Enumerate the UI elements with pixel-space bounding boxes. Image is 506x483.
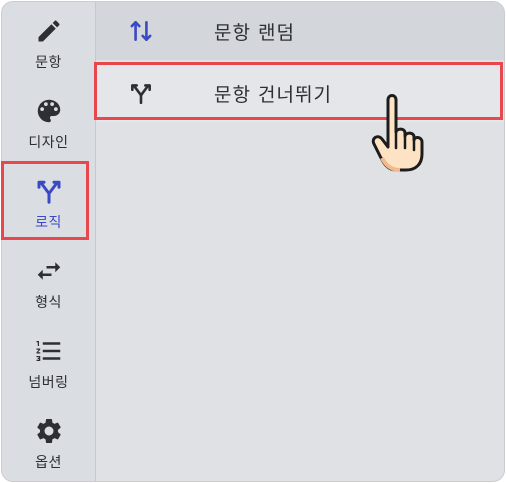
numbered-list-icon (32, 334, 66, 368)
menu-item-question-random[interactable]: 문항 랜덤 (96, 2, 504, 60)
sidebar-item-label: 문항 (35, 55, 62, 71)
sidebar-item-format[interactable]: 형식 (2, 244, 95, 322)
gear-icon (32, 414, 66, 448)
highlight-box (1, 161, 89, 240)
highlight-box (94, 62, 503, 120)
sidebar-item-label: 형식 (35, 295, 62, 311)
swap-icon (32, 254, 66, 288)
shuffle-arrows-icon (126, 16, 156, 46)
sidebar-item-label: 디자인 (28, 135, 69, 151)
pencil-icon (32, 14, 66, 48)
sidebar-item-label: 옵션 (35, 455, 62, 471)
palette-icon (32, 94, 66, 128)
menu-item-label: 문항 랜덤 (214, 21, 295, 44)
sidebar: 문항 디자인 로직 형식 넘버링 옵션 (2, 2, 96, 481)
sidebar-item-question[interactable]: 문항 (2, 4, 95, 82)
hand-pointer-icon (371, 94, 424, 172)
sidebar-item-design[interactable]: 디자인 (2, 84, 95, 162)
sidebar-item-numbering[interactable]: 넘버링 (2, 324, 95, 402)
sidebar-item-options[interactable]: 옵션 (2, 404, 95, 481)
sidebar-item-label: 넘버링 (28, 375, 69, 391)
